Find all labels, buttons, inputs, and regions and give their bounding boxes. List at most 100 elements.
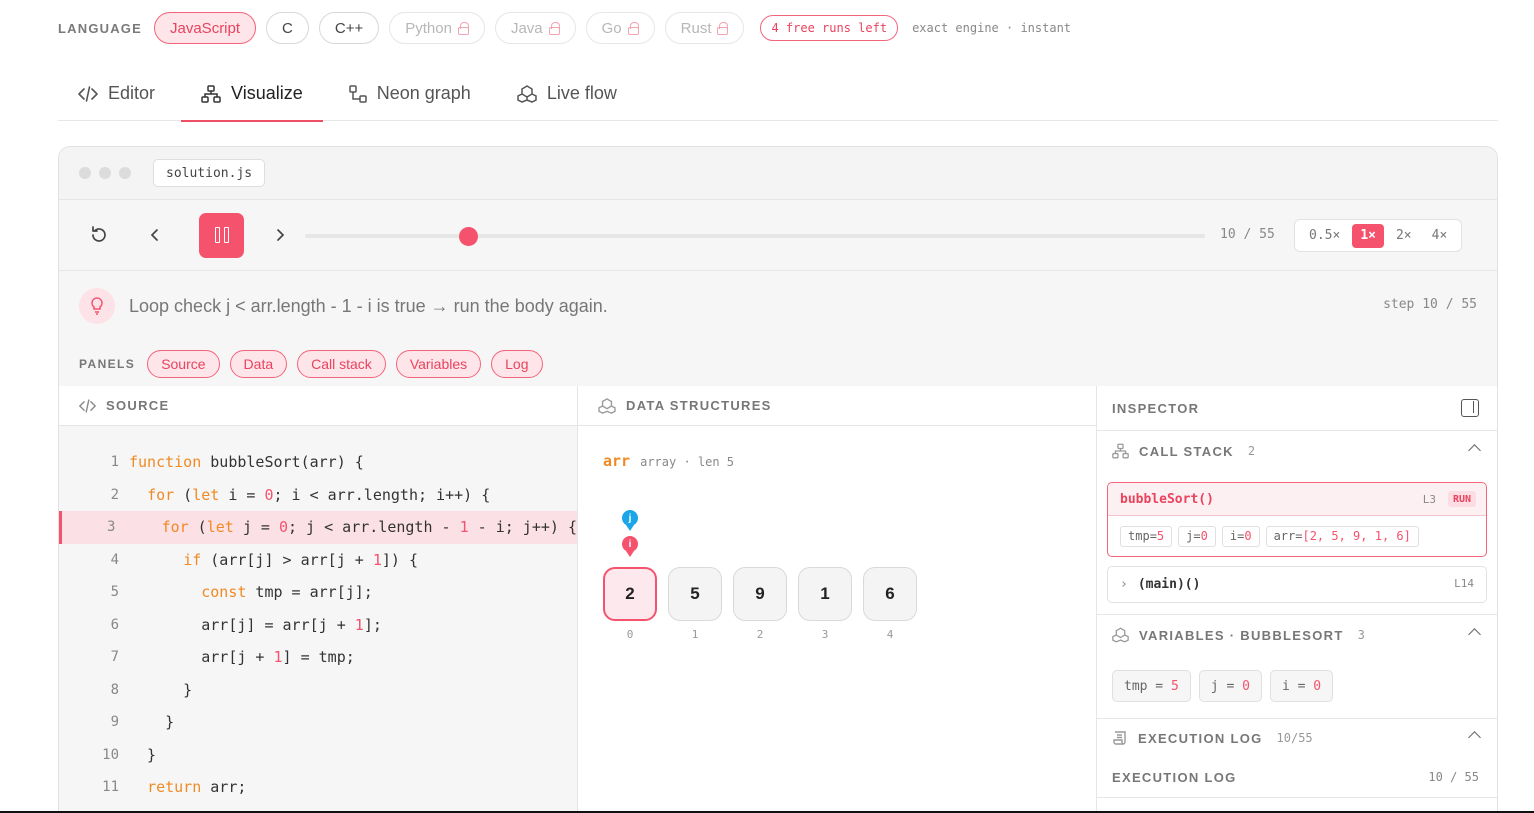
speed-option-0-5x[interactable]: 0.5× bbox=[1301, 224, 1348, 248]
stack-frame[interactable]: › (main)() L14 bbox=[1107, 566, 1487, 603]
step-back-button[interactable] bbox=[143, 223, 167, 247]
code-text: if (arr[j] > arr[j + 1]) { bbox=[183, 550, 418, 569]
array-cell[interactable]: 6 bbox=[863, 567, 917, 621]
variable-chip[interactable]: tmp = 5 bbox=[1112, 670, 1191, 702]
structure-icon bbox=[1112, 627, 1129, 643]
var-value: 0 bbox=[1200, 529, 1208, 543]
language-chip-label: JavaScript bbox=[170, 19, 241, 37]
variable-chip[interactable]: j = 0 bbox=[1198, 670, 1262, 702]
var-key: i bbox=[1281, 678, 1290, 694]
engine-note: exact engine · instant bbox=[912, 21, 1072, 35]
panel-toggle-source[interactable]: Source bbox=[147, 349, 220, 378]
playback-controls: 10 / 55 0.5× 1× 2× 4× bbox=[59, 200, 1497, 271]
array-cell[interactable]: 5 bbox=[668, 567, 722, 621]
hierarchy-icon bbox=[1112, 443, 1129, 459]
language-chip-python[interactable]: Python bbox=[389, 12, 485, 44]
inspector-panel: INSPECTOR CALL STACK 2 bubbleSort() L3 R… bbox=[1097, 386, 1497, 813]
code-line-current[interactable]: 3 for (let j = 0; j < arr.length - 1 - i… bbox=[59, 511, 577, 544]
language-chip-label: Python bbox=[405, 19, 452, 37]
panel-toggle-log[interactable]: Log bbox=[491, 349, 543, 378]
tab-label: Live flow bbox=[546, 83, 617, 103]
execution-log-header[interactable]: EXECUTION LOG 10/55 bbox=[1097, 718, 1497, 758]
frame-vars: tmp = 5 j = 0 i = 0 arr = [2, 5, 9, 1, 6] bbox=[1108, 516, 1486, 556]
pause-icon-bar bbox=[214, 227, 220, 243]
chevron-right-icon bbox=[277, 229, 285, 241]
var-value: 0 bbox=[1313, 678, 1322, 694]
language-chip-label: C bbox=[282, 19, 293, 37]
window-dot bbox=[119, 167, 131, 179]
code-line[interactable]: 2 for (let i = 0; i < arr.length; i++) { bbox=[59, 479, 577, 512]
step-forward-button[interactable] bbox=[268, 223, 292, 247]
language-chip-cpp[interactable]: C++ bbox=[318, 12, 380, 44]
array-cell[interactable]: 9 bbox=[733, 567, 787, 621]
variables-list: tmp = 5 j = 0 i = 0 bbox=[1112, 670, 1341, 702]
execution-log-subtitle: EXECUTION LOG bbox=[1112, 769, 1237, 785]
step-counter: 10 / 55 bbox=[1220, 227, 1275, 242]
panels-label: PANELS bbox=[79, 356, 136, 371]
frame-line: L3 bbox=[1422, 493, 1436, 506]
data-structures-header: DATA STRUCTURES bbox=[578, 386, 1096, 426]
var-key: i bbox=[1229, 529, 1238, 543]
code-icon bbox=[79, 398, 96, 413]
array-cell[interactable]: 2 bbox=[603, 567, 657, 621]
language-chip-rust[interactable]: Rust bbox=[664, 12, 745, 44]
code-line[interactable]: 11 return arr; bbox=[59, 771, 577, 804]
language-chip-javascript[interactable]: JavaScript bbox=[154, 12, 257, 44]
pause-button[interactable] bbox=[199, 212, 244, 258]
variables-header[interactable]: VARIABLES · BUBBLESORT 3 bbox=[1097, 615, 1497, 655]
speed-option-2x[interactable]: 2× bbox=[1388, 224, 1420, 248]
speed-selector: 0.5× 1× 2× 4× bbox=[1294, 219, 1463, 252]
code-line[interactable]: 6 arr[j] = arr[j + 1]; bbox=[59, 609, 577, 642]
var-key: tmp bbox=[1128, 529, 1150, 543]
lock-icon bbox=[717, 21, 729, 35]
frame-header: › (main)() L14 bbox=[1108, 567, 1486, 602]
panel-toggle-call-stack[interactable]: Call stack bbox=[297, 349, 386, 378]
array-index: 0 bbox=[626, 628, 634, 641]
frame-name: (main)() bbox=[1137, 577, 1201, 592]
language-chip-c[interactable]: C bbox=[266, 12, 309, 44]
pointer-label: i bbox=[628, 538, 632, 550]
code-text: } bbox=[129, 680, 193, 699]
stack-frame-active[interactable]: bubbleSort() L3 RUN tmp = 5 j = 0 i = 0 arr = [2… bbox=[1107, 482, 1487, 557]
source-title: SOURCE bbox=[106, 398, 170, 413]
scroll-icon bbox=[1112, 730, 1128, 746]
speed-option-4x[interactable]: 4× bbox=[1424, 224, 1456, 248]
panel-toggle-data[interactable]: Data bbox=[229, 349, 288, 378]
restart-button[interactable] bbox=[87, 223, 111, 247]
code-line[interactable]: 4 if (arr[j] > arr[j + 1]) { bbox=[59, 544, 577, 577]
language-chip-label: Rust bbox=[680, 19, 712, 37]
language-chip-go[interactable]: Go bbox=[585, 12, 655, 44]
code-line[interactable]: 1 function bubbleSort(arr) { bbox=[59, 446, 577, 479]
code-text: } bbox=[129, 745, 157, 764]
speed-option-1x[interactable]: 1× bbox=[1352, 223, 1384, 248]
tab-live-flow[interactable]: Live flow bbox=[497, 66, 637, 121]
language-chip-java[interactable]: Java bbox=[494, 12, 576, 44]
line-number: 2 bbox=[110, 486, 119, 503]
code-line[interactable]: 9 } bbox=[59, 706, 577, 739]
file-tab[interactable]: solution.js bbox=[153, 159, 266, 187]
code-text: return arr; bbox=[147, 778, 247, 797]
pointer-j-marker: j bbox=[622, 510, 638, 531]
variable-chip[interactable]: i = 0 bbox=[1269, 670, 1334, 702]
code-line[interactable]: 5 const tmp = arr[j]; bbox=[59, 576, 577, 609]
step-slider-thumb[interactable] bbox=[459, 227, 479, 246]
line-number: 4 bbox=[110, 551, 119, 568]
code-line[interactable]: 7 arr[j + 1] = tmp; bbox=[59, 641, 577, 674]
frame-var: j = 0 bbox=[1178, 525, 1216, 547]
line-number: 3 bbox=[107, 519, 116, 536]
tab-visualize[interactable]: Visualize bbox=[181, 66, 323, 122]
code-line[interactable]: 10 } bbox=[59, 739, 577, 772]
call-stack-header[interactable]: CALL STACK 2 bbox=[1097, 431, 1497, 471]
tab-editor[interactable]: Editor bbox=[58, 66, 175, 121]
flow-icon bbox=[517, 84, 537, 103]
array-cell[interactable]: 1 bbox=[798, 567, 852, 621]
collapse-panel-icon[interactable] bbox=[1461, 399, 1479, 417]
code-line[interactable]: 8 } bbox=[59, 674, 577, 707]
lock-icon bbox=[548, 21, 560, 35]
chevron-up-icon bbox=[1468, 444, 1481, 457]
hierarchy-icon bbox=[201, 84, 221, 103]
step-slider-track[interactable] bbox=[305, 234, 1205, 238]
array-index: 2 bbox=[756, 628, 764, 641]
panel-toggle-variables[interactable]: Variables bbox=[395, 349, 482, 378]
tab-neon-graph[interactable]: Neon graph bbox=[329, 66, 491, 121]
